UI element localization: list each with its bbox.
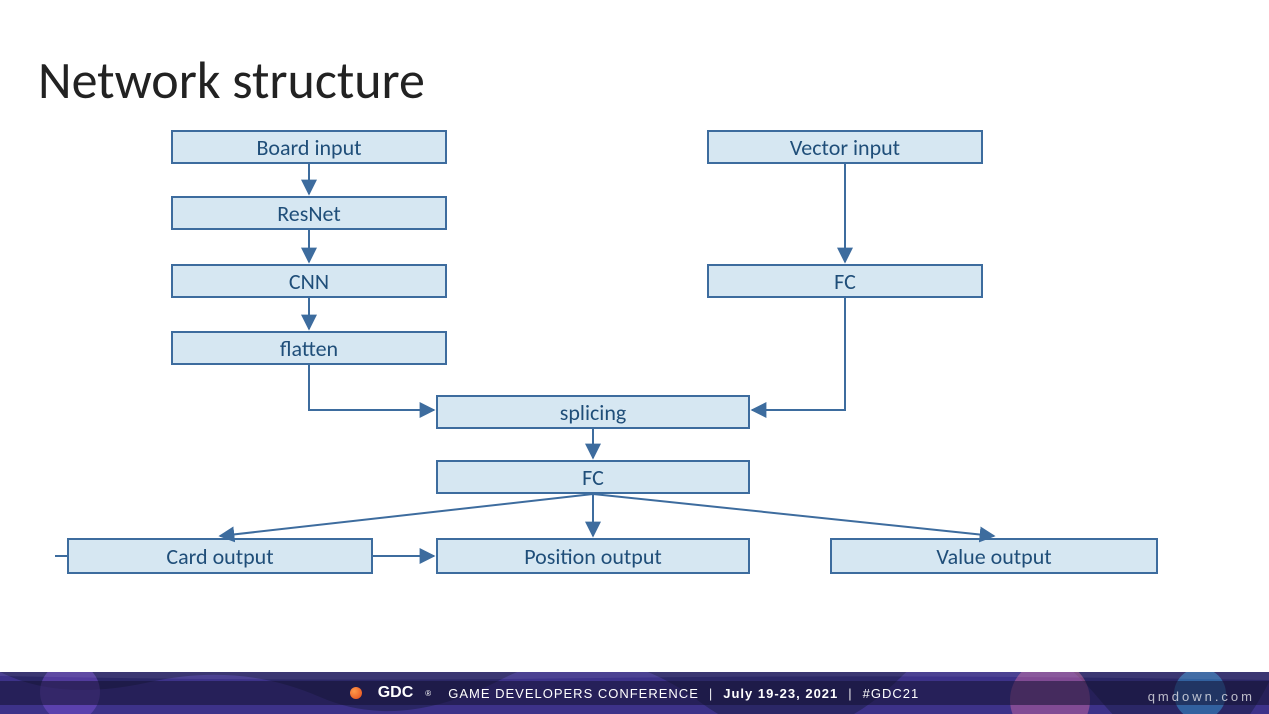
node-board-input: Board input xyxy=(171,130,447,164)
separator-icon: | xyxy=(848,686,852,701)
node-cnn: CNN xyxy=(171,264,447,298)
node-position-output: Position output xyxy=(436,538,750,574)
footer: GDC ® GAME DEVELOPERS CONFERENCE | July … xyxy=(0,672,1269,714)
brand-dot-icon xyxy=(350,687,362,699)
footer-conference: GAME DEVELOPERS CONFERENCE xyxy=(448,686,699,701)
registered-icon: ® xyxy=(425,689,432,698)
slide-title: Network structure xyxy=(38,48,425,112)
separator-icon: | xyxy=(709,686,713,701)
footer-brand: GDC xyxy=(378,684,414,702)
footer-bar: GDC ® GAME DEVELOPERS CONFERENCE | July … xyxy=(0,681,1269,705)
node-fc-right: FC xyxy=(707,264,983,298)
node-vector-input: Vector input xyxy=(707,130,983,164)
footer-dates: July 19-23, 2021 xyxy=(723,686,838,701)
footer-hashtag: #GDC21 xyxy=(863,686,920,701)
node-resnet: ResNet xyxy=(171,196,447,230)
node-value-output: Value output xyxy=(830,538,1158,574)
slide: Network structure Board input ResNet CNN… xyxy=(0,0,1269,714)
node-fc-mid: FC xyxy=(436,460,750,494)
node-card-output: Card output xyxy=(67,538,373,574)
node-splicing: splicing xyxy=(436,395,750,429)
node-flatten: flatten xyxy=(171,331,447,365)
watermark: qmdown.com xyxy=(1148,689,1255,704)
